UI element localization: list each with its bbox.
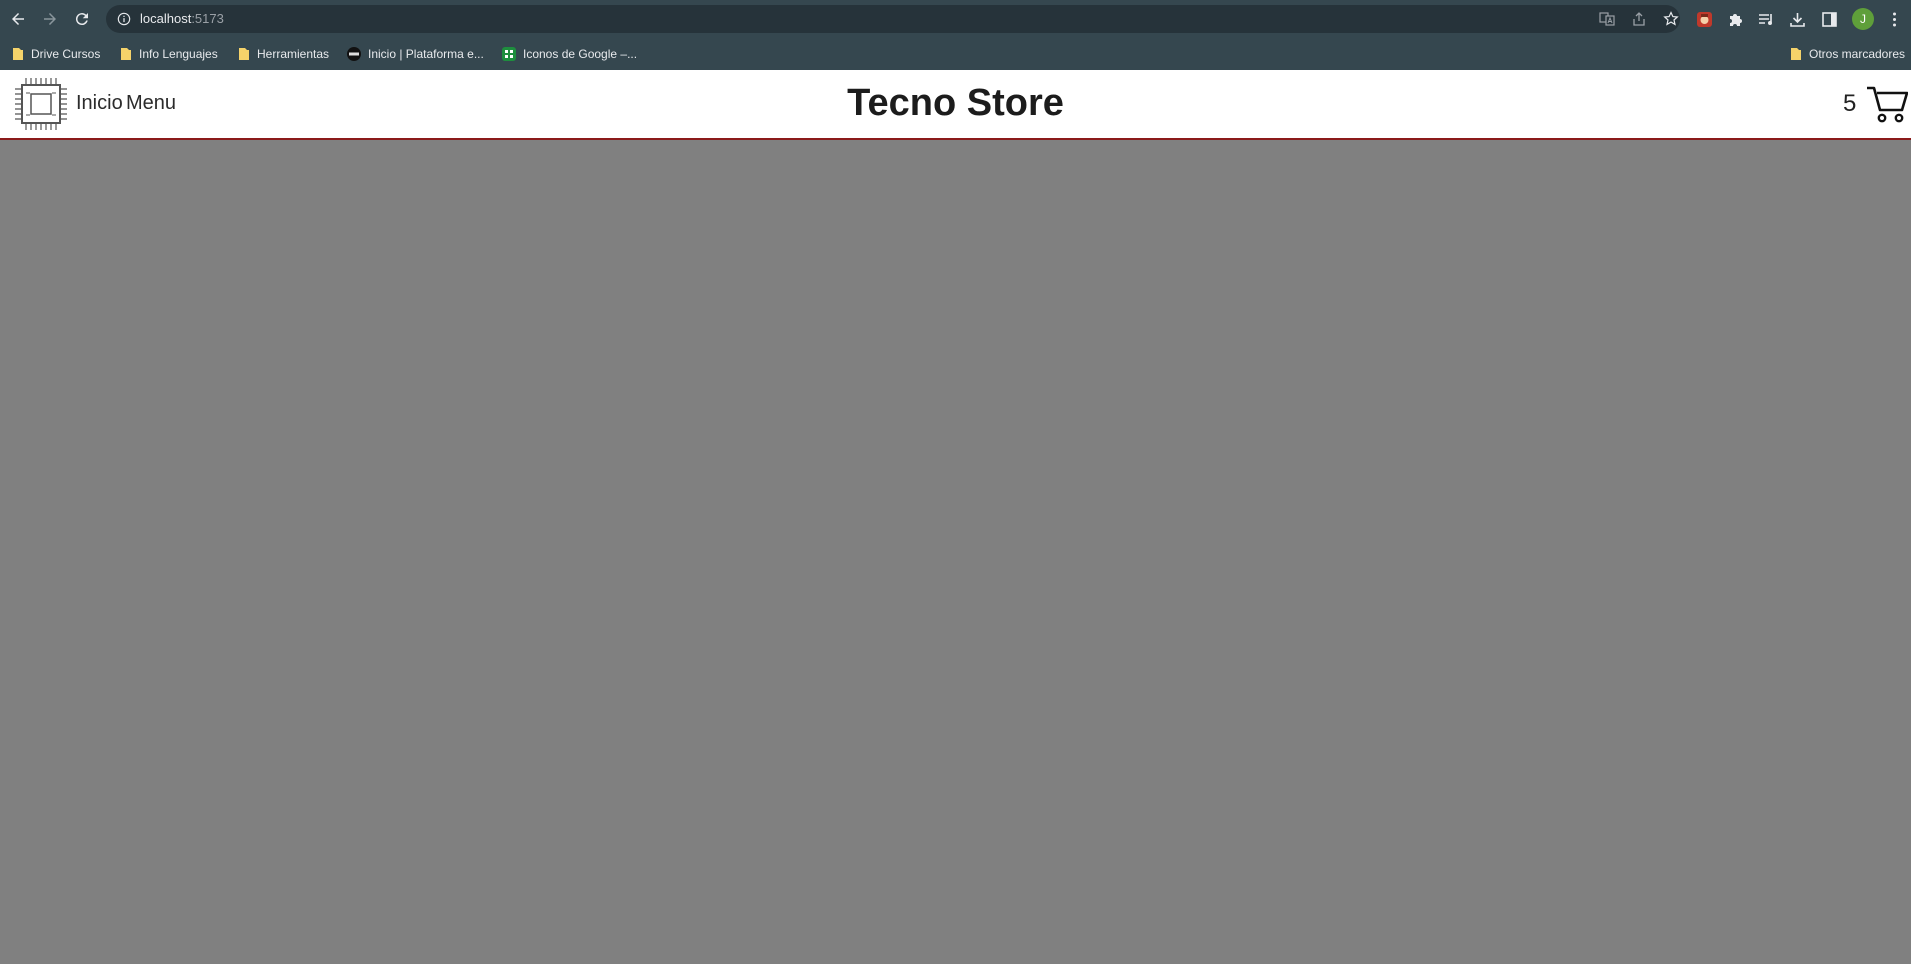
download-icon[interactable] [1787,9,1807,29]
bookmarks-bar: Drive Cursos Info Lenguajes Herramientas… [0,38,1911,70]
site-header: Inicio Menu Tecno Store 5 [0,70,1911,140]
google-fonts-favicon [502,47,516,61]
folder-icon [121,48,131,60]
other-bookmarks-label: Otros marcadores [1809,47,1906,61]
share-icon[interactable] [1630,10,1648,28]
cart-count: 5 [1843,90,1857,117]
site-favicon [347,47,361,61]
url-port: :5173 [191,11,224,26]
back-icon[interactable] [6,7,30,31]
bookmark-label: Herramientas [257,47,330,61]
main-content [0,140,1911,964]
forward-icon[interactable] [38,7,62,31]
reload-icon[interactable] [70,7,94,31]
url-host: localhost [140,11,192,26]
folder-icon [13,48,23,60]
bookmark-label: Drive Cursos [31,47,101,61]
translate-icon[interactable] [1598,10,1616,28]
profile-avatar[interactable]: J [1852,8,1874,30]
cart-icon[interactable] [1866,84,1908,124]
folder-icon [1791,48,1801,60]
other-bookmarks[interactable]: Otros marcadores [1790,44,1905,64]
bookmark-drive-cursos[interactable]: Drive Cursos [12,44,100,64]
bookmark-label: Iconos de Google –... [523,47,638,61]
bookmark-herramientas[interactable]: Herramientas [238,44,329,64]
browser-toolbar: localhost:5173 J [0,0,1911,38]
bookmark-label: Info Lenguajes [139,47,218,61]
bookmark-label: Inicio | Plataforma e... [368,47,484,61]
extension-icon[interactable] [1694,9,1714,29]
bookmark-info-lenguajes[interactable]: Info Lenguajes [120,44,218,64]
address-bar[interactable]: localhost:5173 [106,5,1680,33]
more-icon[interactable] [1884,9,1904,29]
side-panel-icon[interactable] [1819,9,1839,29]
url-text: localhost:5173 [140,11,224,26]
folder-icon [239,48,249,60]
puzzle-icon[interactable] [1725,9,1745,29]
bookmark-inicio-plataforma[interactable]: Inicio | Plataforma e... [347,44,484,64]
star-icon[interactable] [1662,10,1680,28]
bookmark-iconos-google[interactable]: Iconos de Google –... [502,44,637,64]
media-icon[interactable] [1756,9,1776,29]
page-title: Tecno Store [847,82,1064,124]
info-icon[interactable] [116,11,132,27]
